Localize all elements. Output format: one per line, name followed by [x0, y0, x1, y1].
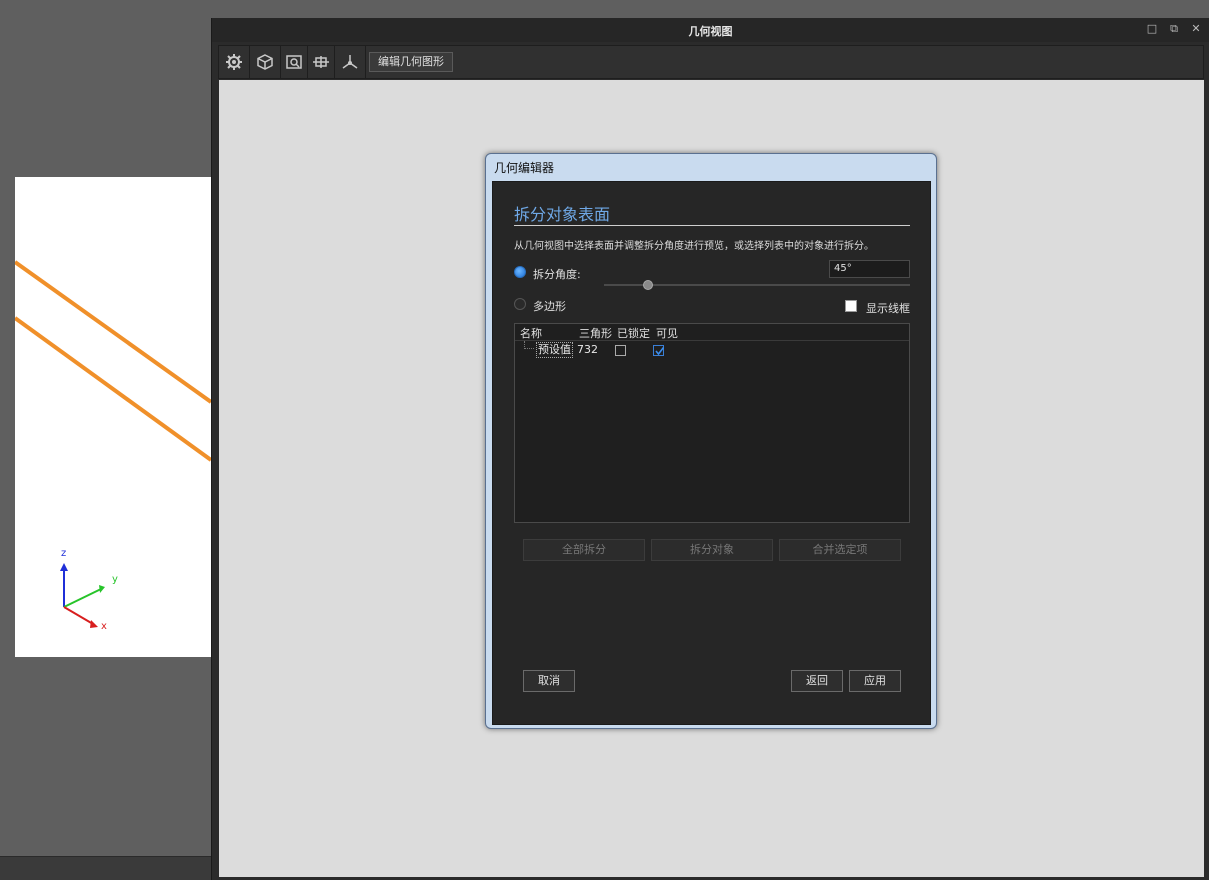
- geometry-toolbar: 编辑几何图形: [218, 45, 1204, 79]
- z-axis-label: z: [61, 548, 67, 559]
- section-title: 拆分对象表面: [514, 205, 611, 224]
- checkmark-icon: [655, 347, 665, 356]
- split-object-button[interactable]: 拆分对象: [651, 539, 773, 561]
- table-row[interactable]: 预设值 732: [515, 341, 909, 359]
- y-axis-arrow: [99, 585, 105, 593]
- x-axis-arrow: [90, 620, 98, 628]
- row-name[interactable]: 预设值: [536, 342, 573, 358]
- row-triangles: 732: [577, 343, 598, 356]
- polygon-radio[interactable]: [514, 298, 526, 310]
- split-angle-label: 拆分角度:: [533, 268, 581, 281]
- y-axis-label: y: [112, 574, 118, 585]
- apply-button[interactable]: 应用: [849, 670, 901, 692]
- tree-connector: [524, 341, 534, 349]
- column-header-triangles[interactable]: 三角形: [579, 325, 612, 341]
- geometry-edge-line: [15, 260, 211, 404]
- show-wireframe-checkbox[interactable]: [845, 300, 857, 312]
- x-axis-label: x: [101, 621, 107, 632]
- z-axis-arrow: [60, 563, 68, 571]
- camera-icon: [286, 55, 302, 69]
- column-header-visible[interactable]: 可见: [656, 325, 678, 341]
- axis-icon: [342, 55, 358, 69]
- geometry-editor-dialog: 几何编辑器 拆分对象表面 从几何视图中选择表面并调整拆分角度进行预览，或选择列表…: [485, 153, 937, 729]
- restore-icon[interactable]: ⧉: [1167, 22, 1181, 36]
- section-description: 从几何视图中选择表面并调整拆分角度进行预览，或选择列表中的对象进行拆分。: [514, 241, 874, 252]
- settings-button[interactable]: [219, 46, 250, 78]
- cube-icon: [257, 54, 273, 70]
- table-header: 名称 三角形 已锁定 可见: [515, 324, 909, 341]
- view-cube-button[interactable]: [250, 46, 281, 78]
- objects-table: 名称 三角形 已锁定 可见 预设值 732: [514, 323, 910, 523]
- back-button[interactable]: 返回: [791, 670, 843, 692]
- dialog-title: 几何编辑器: [494, 161, 555, 175]
- axis-gizmo-button[interactable]: [335, 46, 366, 78]
- y-axis: [63, 588, 102, 608]
- split-angle-input[interactable]: 45°: [829, 260, 910, 278]
- column-header-name[interactable]: 名称: [520, 325, 542, 341]
- maximize-icon[interactable]: □: [1145, 22, 1159, 36]
- row-locked-checkbox[interactable]: [615, 345, 626, 356]
- transform-button[interactable]: [308, 46, 335, 78]
- capture-view-button[interactable]: [281, 46, 308, 78]
- polygon-label: 多边形: [533, 300, 566, 313]
- edit-geometry-button[interactable]: 编辑几何图形: [369, 52, 453, 72]
- split-all-button[interactable]: 全部拆分: [523, 539, 645, 561]
- window-title: 几何视图: [688, 25, 733, 38]
- geometry-edge-line: [15, 316, 211, 462]
- viewport-geometry: [15, 260, 211, 628]
- bottom-status-strip: [0, 856, 211, 880]
- cancel-button[interactable]: 取消: [523, 670, 575, 692]
- close-icon[interactable]: ✕: [1189, 22, 1203, 36]
- gear-icon: [226, 54, 242, 70]
- section-divider: [514, 225, 910, 226]
- column-header-locked[interactable]: 已锁定: [617, 325, 650, 341]
- split-angle-slider-thumb[interactable]: [643, 280, 653, 290]
- merge-selected-button[interactable]: 合并选定项: [779, 539, 901, 561]
- background-viewport: z y x: [15, 177, 211, 657]
- row-visible-checkbox[interactable]: [653, 345, 665, 356]
- x-axis: [63, 606, 94, 625]
- window-titlebar[interactable]: 几何视图 □ ⧉ ✕: [212, 18, 1209, 42]
- dialog-body: 拆分对象表面 从几何视图中选择表面并调整拆分角度进行预览，或选择列表中的对象进行…: [492, 181, 931, 725]
- window-controls: □ ⧉ ✕: [1145, 22, 1203, 36]
- show-wireframe-label: 显示线框: [866, 302, 910, 315]
- split-angle-radio[interactable]: [514, 266, 526, 278]
- transform-icon: [313, 56, 329, 68]
